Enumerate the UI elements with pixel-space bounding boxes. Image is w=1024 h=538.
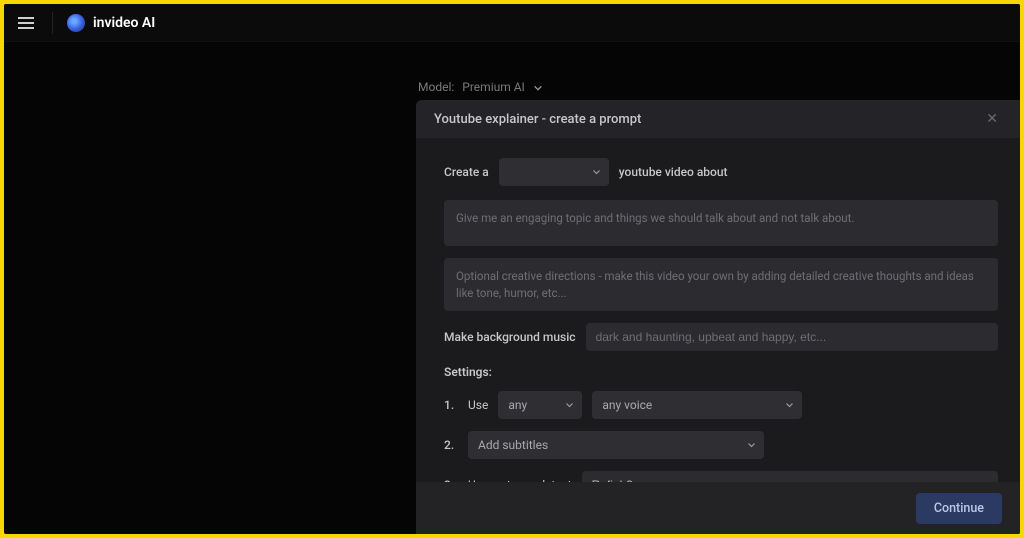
menu-icon[interactable] xyxy=(14,13,38,33)
panel-body: Create a youtube video about Give me an … xyxy=(416,138,1020,534)
topic-input[interactable]: Give me an engaging topic and things we … xyxy=(444,200,998,246)
continue-button[interactable]: Continue xyxy=(916,493,1002,524)
brand-logo[interactable]: invideo AI xyxy=(67,14,155,32)
chevron-down-icon xyxy=(533,83,543,93)
chevron-down-icon xyxy=(747,441,756,450)
voice-dropdown[interactable]: any voice xyxy=(592,391,802,419)
panel-title: Youtube explainer - create a prompt xyxy=(434,112,641,127)
music-row: Make background music xyxy=(444,323,998,351)
create-pre-label: Create a xyxy=(444,165,489,179)
music-label: Make background music xyxy=(444,330,576,344)
row2-number: 2. xyxy=(444,438,458,452)
directions-input[interactable]: Optional creative directions - make this… xyxy=(444,258,998,311)
model-label: Model: xyxy=(418,80,454,94)
row1-use-label: Use xyxy=(468,398,488,412)
music-input[interactable] xyxy=(586,323,998,351)
close-icon[interactable]: ✕ xyxy=(982,107,1002,131)
divider xyxy=(52,12,53,34)
row1-number: 1. xyxy=(444,398,458,412)
chevron-down-icon xyxy=(592,168,601,177)
brand-name: invideo AI xyxy=(93,15,155,31)
panel-footer: Continue xyxy=(416,482,1020,534)
create-post-label: youtube video about xyxy=(619,165,728,179)
settings-heading: Settings: xyxy=(444,365,998,379)
settings-row-2: 2. Add subtitles xyxy=(444,431,998,459)
subtitles-dropdown[interactable]: Add subtitles xyxy=(468,431,764,459)
model-row[interactable]: Model: Premium AI xyxy=(418,80,543,94)
model-value: Premium AI xyxy=(462,80,525,94)
panel-header: Youtube explainer - create a prompt ✕ xyxy=(416,100,1020,138)
gender-value: any xyxy=(508,398,527,412)
prompt-panel: Youtube explainer - create a prompt ✕ Cr… xyxy=(416,100,1020,534)
chevron-down-icon xyxy=(785,401,794,410)
logo-icon xyxy=(67,14,85,32)
gender-dropdown[interactable]: any xyxy=(498,391,582,419)
chevron-down-icon xyxy=(565,401,574,410)
topbar: invideo AI xyxy=(4,4,1020,42)
settings-row-1: 1. Use any any voice xyxy=(444,391,998,419)
subtitles-value: Add subtitles xyxy=(478,438,548,452)
create-row: Create a youtube video about xyxy=(444,158,998,186)
voice-value: any voice xyxy=(602,398,652,412)
video-type-dropdown[interactable] xyxy=(499,158,609,186)
